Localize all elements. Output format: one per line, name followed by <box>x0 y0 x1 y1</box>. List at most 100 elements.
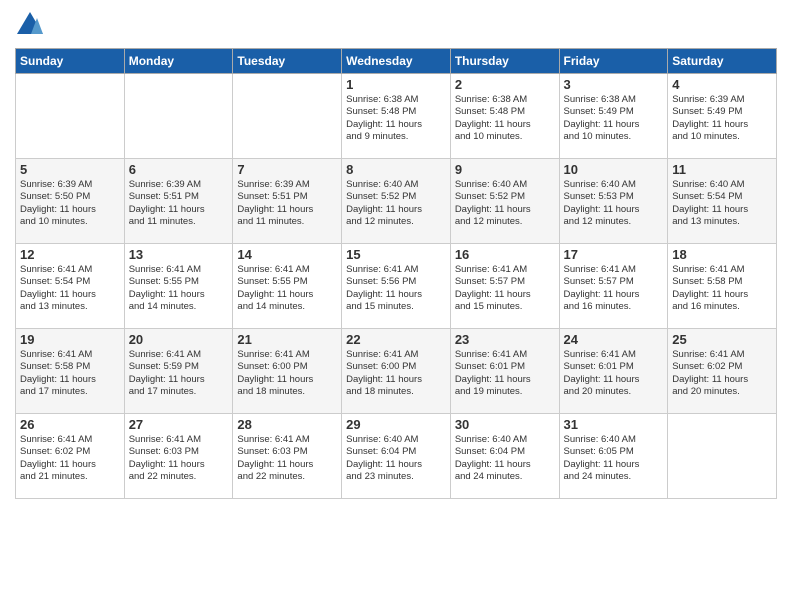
day-number: 29 <box>346 417 446 432</box>
calendar-cell <box>16 74 125 159</box>
day-number: 23 <box>455 332 555 347</box>
day-info: Sunrise: 6:40 AM Sunset: 5:52 PM Dayligh… <box>455 179 555 228</box>
week-row-3: 12Sunrise: 6:41 AM Sunset: 5:54 PM Dayli… <box>16 244 777 329</box>
day-info: Sunrise: 6:38 AM Sunset: 5:49 PM Dayligh… <box>564 94 664 143</box>
weekday-monday: Monday <box>124 49 233 74</box>
page: SundayMondayTuesdayWednesdayThursdayFrid… <box>0 0 792 612</box>
day-info: Sunrise: 6:41 AM Sunset: 5:55 PM Dayligh… <box>237 264 337 313</box>
calendar-cell: 5 Sunrise: 6:39 AM Sunset: 5:50 PM Daylig… <box>16 159 125 244</box>
day-number: 15 <box>346 247 446 262</box>
day-info: Sunrise: 6:39 AM Sunset: 5:49 PM Dayligh… <box>672 94 772 143</box>
day-info: Sunrise: 6:41 AM Sunset: 5:58 PM Dayligh… <box>20 349 120 398</box>
day-info: Sunrise: 6:41 AM Sunset: 6:00 PM Dayligh… <box>346 349 446 398</box>
week-row-4: 19 Sunrise: 6:41 AM Sunset: 5:58 PM Dayli… <box>16 329 777 414</box>
weekday-friday: Friday <box>559 49 668 74</box>
weekday-thursday: Thursday <box>450 49 559 74</box>
day-number: 18 <box>672 247 772 262</box>
calendar-cell: 16Sunrise: 6:41 AM Sunset: 5:57 PM Dayli… <box>450 244 559 329</box>
day-info: Sunrise: 6:41 AM Sunset: 6:01 PM Dayligh… <box>564 349 664 398</box>
day-info: Sunrise: 6:39 AM Sunset: 5:50 PM Dayligh… <box>20 179 120 228</box>
calendar-cell: 29Sunrise: 6:40 AM Sunset: 6:04 PM Dayli… <box>342 414 451 499</box>
day-number: 24 <box>564 332 664 347</box>
logo-icon <box>15 10 45 40</box>
calendar-cell: 11 Sunrise: 6:40 AM Sunset: 5:54 PM Dayli… <box>668 159 777 244</box>
day-info: Sunrise: 6:41 AM Sunset: 6:03 PM Dayligh… <box>129 434 229 483</box>
calendar-cell: 14 Sunrise: 6:41 AM Sunset: 5:55 PM Dayli… <box>233 244 342 329</box>
day-number: 13 <box>129 247 229 262</box>
calendar-cell: 17 Sunrise: 6:41 AM Sunset: 5:57 PM Dayli… <box>559 244 668 329</box>
day-number: 17 <box>564 247 664 262</box>
header <box>15 10 777 40</box>
calendar-cell: 25 Sunrise: 6:41 AM Sunset: 6:02 PM Dayli… <box>668 329 777 414</box>
calendar-cell: 19 Sunrise: 6:41 AM Sunset: 5:58 PM Dayli… <box>16 329 125 414</box>
calendar-cell <box>668 414 777 499</box>
day-number: 8 <box>346 162 446 177</box>
day-number: 20 <box>129 332 229 347</box>
calendar-cell: 3 Sunrise: 6:38 AM Sunset: 5:49 PM Daylig… <box>559 74 668 159</box>
day-info: Sunrise: 6:41 AM Sunset: 5:55 PM Dayligh… <box>129 264 229 313</box>
day-info: Sunrise: 6:40 AM Sunset: 5:54 PM Dayligh… <box>672 179 772 228</box>
day-number: 16 <box>455 247 555 262</box>
calendar-cell: 15 Sunrise: 6:41 AM Sunset: 5:56 PM Dayli… <box>342 244 451 329</box>
day-info: Sunrise: 6:41 AM Sunset: 6:02 PM Dayligh… <box>672 349 772 398</box>
calendar: SundayMondayTuesdayWednesdayThursdayFrid… <box>15 48 777 499</box>
day-number: 25 <box>672 332 772 347</box>
day-info: Sunrise: 6:41 AM Sunset: 6:02 PM Dayligh… <box>20 434 120 483</box>
day-number: 10 <box>564 162 664 177</box>
calendar-cell: 27 Sunrise: 6:41 AM Sunset: 6:03 PM Dayli… <box>124 414 233 499</box>
day-number: 28 <box>237 417 337 432</box>
day-info: Sunrise: 6:40 AM Sunset: 5:53 PM Dayligh… <box>564 179 664 228</box>
week-row-5: 26 Sunrise: 6:41 AM Sunset: 6:02 PM Dayli… <box>16 414 777 499</box>
week-row-2: 5 Sunrise: 6:39 AM Sunset: 5:50 PM Daylig… <box>16 159 777 244</box>
calendar-cell: 30 Sunrise: 6:40 AM Sunset: 6:04 PM Dayli… <box>450 414 559 499</box>
day-info: Sunrise: 6:41 AM Sunset: 5:56 PM Dayligh… <box>346 264 446 313</box>
calendar-cell: 1 Sunrise: 6:38 AM Sunset: 5:48 PM Daylig… <box>342 74 451 159</box>
calendar-cell: 4 Sunrise: 6:39 AM Sunset: 5:49 PM Daylig… <box>668 74 777 159</box>
calendar-cell: 20 Sunrise: 6:41 AM Sunset: 5:59 PM Dayli… <box>124 329 233 414</box>
day-info: Sunrise: 6:40 AM Sunset: 5:52 PM Dayligh… <box>346 179 446 228</box>
weekday-tuesday: Tuesday <box>233 49 342 74</box>
day-number: 26 <box>20 417 120 432</box>
day-info: Sunrise: 6:41 AM Sunset: 6:00 PM Dayligh… <box>237 349 337 398</box>
calendar-cell: 13 Sunrise: 6:41 AM Sunset: 5:55 PM Dayli… <box>124 244 233 329</box>
day-info: Sunrise: 6:38 AM Sunset: 5:48 PM Dayligh… <box>455 94 555 143</box>
day-info: Sunrise: 6:41 AM Sunset: 5:59 PM Dayligh… <box>129 349 229 398</box>
day-number: 1 <box>346 77 446 92</box>
day-info: Sunrise: 6:40 AM Sunset: 6:05 PM Dayligh… <box>564 434 664 483</box>
day-number: 3 <box>564 77 664 92</box>
calendar-cell: 26 Sunrise: 6:41 AM Sunset: 6:02 PM Dayli… <box>16 414 125 499</box>
day-info: Sunrise: 6:38 AM Sunset: 5:48 PM Dayligh… <box>346 94 446 143</box>
day-number: 11 <box>672 162 772 177</box>
day-info: Sunrise: 6:41 AM Sunset: 6:03 PM Dayligh… <box>237 434 337 483</box>
day-number: 12 <box>20 247 120 262</box>
calendar-cell: 28 Sunrise: 6:41 AM Sunset: 6:03 PM Dayli… <box>233 414 342 499</box>
calendar-cell: 7Sunrise: 6:39 AM Sunset: 5:51 PM Daylig… <box>233 159 342 244</box>
weekday-wednesday: Wednesday <box>342 49 451 74</box>
calendar-cell: 10 Sunrise: 6:40 AM Sunset: 5:53 PM Dayli… <box>559 159 668 244</box>
day-number: 14 <box>237 247 337 262</box>
day-number: 5 <box>20 162 120 177</box>
calendar-cell: 23Sunrise: 6:41 AM Sunset: 6:01 PM Dayli… <box>450 329 559 414</box>
day-info: Sunrise: 6:40 AM Sunset: 6:04 PM Dayligh… <box>455 434 555 483</box>
calendar-cell: 8 Sunrise: 6:40 AM Sunset: 5:52 PM Daylig… <box>342 159 451 244</box>
day-number: 4 <box>672 77 772 92</box>
weekday-header-row: SundayMondayTuesdayWednesdayThursdayFrid… <box>16 49 777 74</box>
calendar-cell <box>233 74 342 159</box>
day-number: 30 <box>455 417 555 432</box>
calendar-cell: 22 Sunrise: 6:41 AM Sunset: 6:00 PM Dayli… <box>342 329 451 414</box>
day-number: 6 <box>129 162 229 177</box>
day-info: Sunrise: 6:41 AM Sunset: 5:57 PM Dayligh… <box>564 264 664 313</box>
weekday-saturday: Saturday <box>668 49 777 74</box>
day-number: 7 <box>237 162 337 177</box>
day-number: 2 <box>455 77 555 92</box>
calendar-cell: 21Sunrise: 6:41 AM Sunset: 6:00 PM Dayli… <box>233 329 342 414</box>
calendar-cell <box>124 74 233 159</box>
calendar-cell: 2 Sunrise: 6:38 AM Sunset: 5:48 PM Daylig… <box>450 74 559 159</box>
calendar-cell: 9 Sunrise: 6:40 AM Sunset: 5:52 PM Daylig… <box>450 159 559 244</box>
day-number: 9 <box>455 162 555 177</box>
day-number: 31 <box>564 417 664 432</box>
day-number: 22 <box>346 332 446 347</box>
logo <box>15 10 49 40</box>
day-number: 27 <box>129 417 229 432</box>
day-number: 19 <box>20 332 120 347</box>
